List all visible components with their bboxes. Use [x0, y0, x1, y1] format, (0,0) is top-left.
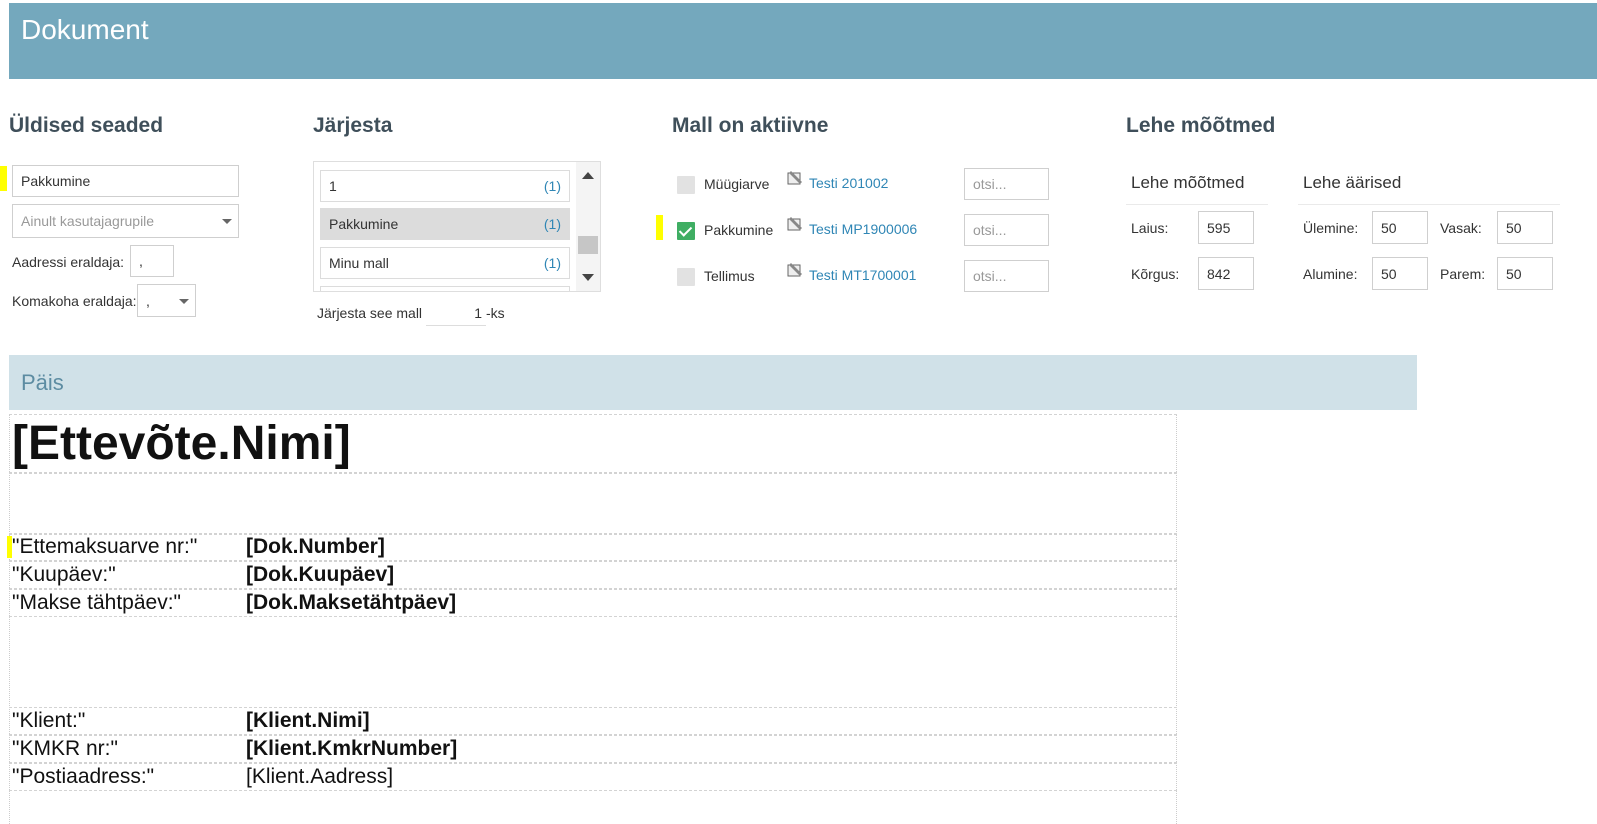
field-label[interactable]: "Klient:": [12, 709, 85, 733]
divider: [1126, 204, 1268, 205]
decimal-separator-label: Komakoha eraldaja:: [12, 293, 137, 309]
page-title: Dokument: [21, 14, 149, 45]
decimal-separator-value: ,: [146, 292, 150, 309]
width-label: Laius:: [1131, 220, 1169, 236]
field-label[interactable]: "Kuupäev:": [12, 563, 116, 587]
field-label[interactable]: "Ettemaksuarve nr:": [12, 535, 197, 559]
scroll-up-icon[interactable]: [582, 172, 594, 179]
scroll-down-icon[interactable]: [582, 274, 594, 281]
list-item[interactable]: 1 (1): [320, 170, 570, 202]
margin-left-label: Vasak:: [1440, 220, 1482, 236]
width-input[interactable]: 595: [1198, 211, 1254, 244]
margins-subtitle: Lehe äärised: [1303, 173, 1402, 192]
sort-order-input[interactable]: 1: [426, 300, 486, 326]
checkbox-pakkumine[interactable]: [677, 222, 695, 240]
field-value[interactable]: [Dok.Kuupäev]: [246, 563, 394, 587]
list-item[interactable]: [320, 286, 570, 291]
list-item[interactable]: Minu mall (1): [320, 247, 570, 279]
sort-order-suffix: -ks: [486, 305, 505, 321]
highlight-marker: [0, 166, 7, 191]
general-settings-title: Üldised seaded: [9, 114, 164, 137]
template-name-input[interactable]: Pakkumine: [12, 165, 239, 197]
chevron-down-icon: [222, 219, 232, 224]
margin-top-label: Ülemine:: [1303, 220, 1359, 236]
margin-right-label: Parem:: [1440, 266, 1486, 282]
doc-type-label: Tellimus: [704, 268, 755, 284]
template-edit-icon[interactable]: [787, 170, 804, 185]
layout-row[interactable]: [9, 589, 1177, 617]
active-template-title: Mall on aktiivne: [672, 114, 829, 137]
field-value[interactable]: [Dok.Maksetähtpäev]: [246, 591, 456, 615]
template-name-value: Pakkumine: [21, 173, 91, 189]
template-edit-icon[interactable]: [787, 262, 804, 277]
layout-row[interactable]: [9, 561, 1177, 589]
highlight-marker: [656, 215, 663, 240]
template-edit-icon[interactable]: [787, 216, 804, 231]
page-size-title: Lehe mõõtmed: [1126, 114, 1276, 137]
user-group-select[interactable]: Ainult kasutajagrupile: [12, 204, 239, 238]
field-value[interactable]: [Klient.Aadress]: [246, 765, 393, 789]
dimensions-subtitle: Lehe mõõtmed: [1131, 173, 1245, 192]
height-label: Kõrgus:: [1131, 266, 1180, 282]
scroll-thumb[interactable]: [578, 236, 598, 254]
template-link[interactable]: Testi MT1700001: [809, 267, 916, 283]
margin-left-input[interactable]: 50: [1497, 211, 1553, 244]
address-separator-value: ,: [139, 253, 143, 269]
field-value[interactable]: [Klient.KmkrNumber]: [246, 737, 457, 761]
section-title: Päis: [21, 370, 64, 395]
margin-right-input[interactable]: 50: [1497, 257, 1553, 290]
height-input[interactable]: 842: [1198, 257, 1254, 290]
field-label[interactable]: "Makse tähtpäev:": [12, 591, 181, 615]
header-section-band[interactable]: Päis: [9, 355, 1417, 410]
template-search-input[interactable]: otsi...: [964, 260, 1049, 292]
field-label[interactable]: "KMKR nr:": [12, 737, 118, 761]
margin-bottom-label: Alumine:: [1303, 266, 1358, 282]
template-search-input[interactable]: otsi...: [964, 214, 1049, 246]
field-value[interactable]: [Klient.Nimi]: [246, 709, 370, 733]
layout-row[interactable]: [9, 473, 1177, 534]
checkbox-muugiarve[interactable]: [677, 176, 695, 194]
margin-top-input[interactable]: 50: [1372, 211, 1428, 244]
template-link[interactable]: Testi 201002: [809, 175, 888, 191]
checkbox-tellimus[interactable]: [677, 268, 695, 286]
company-name-field[interactable]: [Ettevõte.Nimi]: [12, 416, 351, 471]
sort-title: Järjesta: [313, 114, 393, 137]
field-label[interactable]: "Postiaadress:": [12, 765, 154, 789]
list-scrollbar[interactable]: [576, 162, 600, 291]
chevron-down-icon: [179, 298, 189, 304]
layout-row[interactable]: [9, 707, 1177, 735]
doc-type-label: Müügiarve: [704, 176, 770, 192]
sort-listbox[interactable]: 1 (1) Pakkumine (1) Minu mall (1): [313, 161, 601, 292]
decimal-separator-select[interactable]: ,: [137, 284, 196, 317]
layout-row[interactable]: [9, 735, 1177, 763]
address-separator-label: Aadressi eraldaja:: [12, 254, 125, 270]
margin-bottom-input[interactable]: 50: [1372, 257, 1428, 290]
page-header: Dokument: [9, 3, 1597, 79]
divider: [1298, 204, 1560, 205]
doc-type-label: Pakkumine: [704, 222, 774, 238]
sort-order-label: Järjesta see mall: [317, 305, 423, 321]
template-search-input[interactable]: otsi...: [964, 168, 1049, 200]
field-value[interactable]: [Dok.Number]: [246, 535, 385, 559]
address-separator-input[interactable]: ,: [130, 245, 174, 277]
template-link[interactable]: Testi MP1900006: [809, 221, 917, 237]
list-item[interactable]: Pakkumine (1): [320, 208, 570, 240]
layout-row[interactable]: [9, 763, 1177, 791]
user-group-placeholder: Ainult kasutajagrupile: [21, 213, 155, 229]
